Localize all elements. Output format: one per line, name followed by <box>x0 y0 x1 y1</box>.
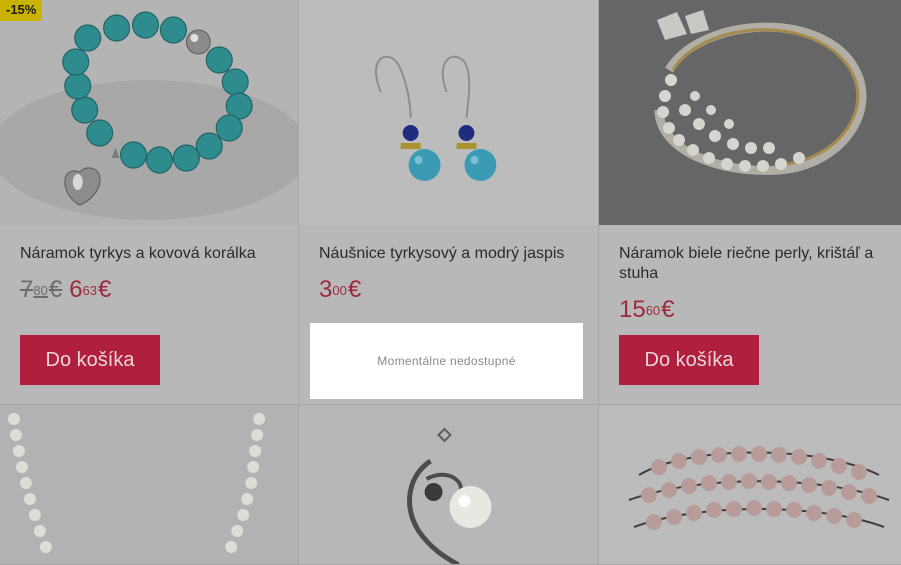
product-grid: -15% Náramok tyrkys a kovová korálka 780… <box>0 0 901 565</box>
product-card-2[interactable]: Náušnice tyrkysový a modrý jaspis 300€ M… <box>299 0 599 405</box>
product-card-4[interactable] <box>0 405 299 565</box>
product-image-turquoise-earrings[interactable] <box>299 0 598 225</box>
product-image-pearl-necklace[interactable] <box>0 405 298 564</box>
product-title[interactable]: Náušnice tyrkysový a modrý jaspis <box>319 244 584 264</box>
unavailable-notice: Momentálne nedostupné <box>310 323 583 399</box>
product-image-pearl-pendant[interactable] <box>299 405 598 564</box>
product-image-pearl-bracelet[interactable] <box>599 0 901 225</box>
product-image-pearl-wrap-bracelet[interactable] <box>599 405 901 564</box>
product-card-1[interactable]: -15% Náramok tyrkys a kovová korálka 780… <box>0 0 299 405</box>
add-to-cart-button[interactable]: Do košíka <box>20 335 160 385</box>
product-card-5[interactable] <box>299 405 599 565</box>
price-block: 780€ 663€ <box>20 277 111 303</box>
product-title[interactable]: Náramok biele riečne perly, krištáľ a st… <box>619 244 887 284</box>
add-to-cart-button[interactable]: Do košíka <box>619 335 759 385</box>
current-price: 300€ <box>319 276 362 303</box>
current-price: 663€ <box>69 276 112 303</box>
old-price: 780€ <box>20 276 63 303</box>
product-card-3[interactable]: Náramok biele riečne perly, krištáľ a st… <box>599 0 901 405</box>
price-block: 300€ <box>319 277 361 303</box>
price-block: 1560€ <box>619 297 675 323</box>
product-title[interactable]: Náramok tyrkys a kovová korálka <box>20 244 284 264</box>
current-price: 1560€ <box>619 296 675 323</box>
product-card-6[interactable] <box>599 405 901 565</box>
product-image-turquoise-bracelet[interactable] <box>0 0 298 225</box>
discount-badge: -15% <box>0 0 43 21</box>
